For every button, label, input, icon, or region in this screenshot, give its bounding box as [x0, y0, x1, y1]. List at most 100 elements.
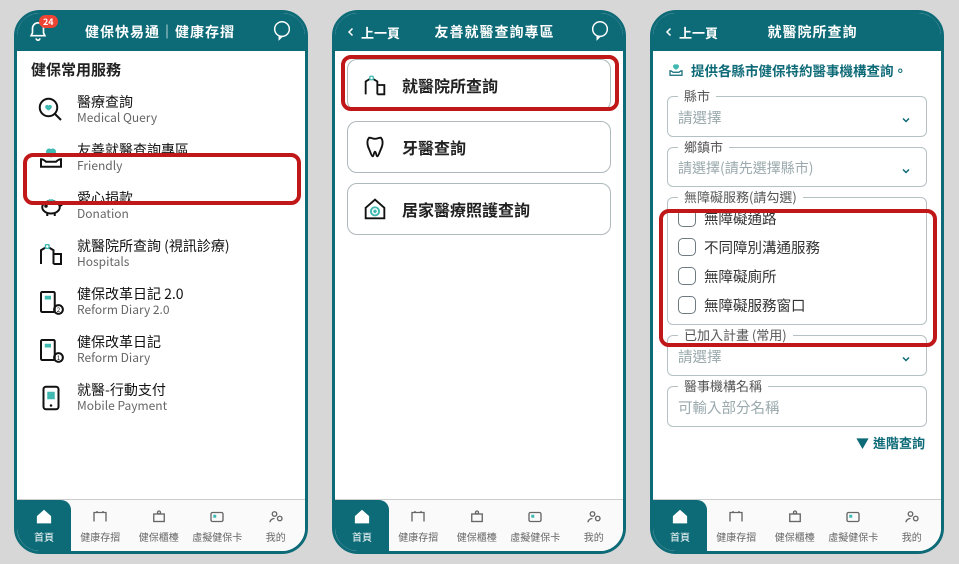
- checkbox-label: 無障礙通路: [704, 208, 777, 229]
- tab-label: 我的: [584, 529, 604, 544]
- screen-friendly: 上一頁 友善就醫查詢專區 就醫院所查詢 牙醫查詢: [332, 10, 626, 554]
- tab-passbook[interactable]: 健康存摺: [707, 500, 766, 551]
- person-gear-icon: [265, 507, 287, 527]
- tab-home[interactable]: 首頁: [17, 500, 71, 551]
- tab-label: 首頁: [34, 529, 54, 544]
- tab-label: 我的: [266, 529, 286, 544]
- book-2-icon: 2: [35, 286, 67, 318]
- tab-passbook[interactable]: 健康存摺: [389, 500, 448, 551]
- service-reform-diary-2[interactable]: 2 健保改革日記 2.0 Reform Diary 2.0: [27, 278, 295, 326]
- card-hospital-search[interactable]: 就醫院所查詢: [347, 59, 611, 111]
- tab-passbook[interactable]: 健康存摺: [71, 500, 130, 551]
- tab-label: 健康存摺: [398, 529, 438, 544]
- service-friendly[interactable]: 友善就醫查詢專區 Friendly: [27, 134, 295, 182]
- chevron-down-icon: [898, 349, 916, 363]
- tab-label: 首頁: [670, 529, 690, 544]
- field-plan[interactable]: 已加入計畫 (常用) 請選擇: [667, 335, 927, 376]
- page-title: 友善就醫查詢專區: [400, 22, 589, 42]
- tab-mine[interactable]: 我的: [883, 500, 942, 551]
- tab-vcard[interactable]: 虛擬健保卡: [506, 500, 565, 551]
- checkbox-label: 無障礙廁所: [704, 266, 777, 287]
- service-medical-query[interactable]: 醫療查詢 Medical Query: [27, 86, 295, 134]
- tab-rights[interactable]: 健保櫃檯: [448, 500, 507, 551]
- field-institution-name[interactable]: 醫事機構名稱 可輸入部分名稱: [667, 386, 927, 427]
- card-label: 牙醫查詢: [402, 135, 466, 159]
- service-hospitals[interactable]: 就醫院所查詢 (視訊診療) Hospitals: [27, 230, 295, 278]
- service-sublabel: Reform Diary: [77, 351, 161, 365]
- back-button[interactable]: 上一頁: [663, 23, 718, 42]
- service-donation[interactable]: 愛心捐款 Donation: [27, 182, 295, 230]
- tab-vcard[interactable]: 虛擬健保卡: [188, 500, 247, 551]
- tab-label: 健保櫃檯: [775, 529, 815, 544]
- person-gear-icon: [901, 507, 923, 527]
- tab-bar: 首頁 健康存摺 健保櫃檯 虛擬健保卡 我的: [17, 499, 305, 551]
- back-label: 上一頁: [679, 23, 718, 42]
- topbar-friendly: 上一頁 友善就醫查詢專區: [335, 13, 623, 51]
- checkbox-accessible-path[interactable]: 無障礙通路: [678, 208, 916, 229]
- card-homecare-search[interactable]: 居家醫療照護查詢: [347, 183, 611, 235]
- field-legend: 縣市: [678, 86, 716, 105]
- tab-label: 虛擬健保卡: [828, 529, 878, 544]
- checkbox-restroom[interactable]: 無障礙廁所: [678, 266, 916, 287]
- counter-icon: [466, 507, 488, 527]
- svg-text:2: 2: [57, 305, 61, 314]
- tab-bar: 首頁 健康存摺 健保櫃檯 虛擬健保卡 我的: [335, 499, 623, 551]
- chat-icon[interactable]: [271, 19, 293, 46]
- field-town[interactable]: 鄉鎮市 請選擇(請先選擇縣市): [667, 147, 927, 187]
- checkbox-service-window[interactable]: 無障礙服務窗口: [678, 295, 916, 316]
- service-list: 醫療查詢 Medical Query 友善就醫查詢專區 Friendly: [17, 84, 305, 424]
- service-mobile-payment[interactable]: 就醫-行動支付 Mobile Payment: [27, 374, 295, 422]
- tab-label: 虛擬健保卡: [192, 529, 242, 544]
- card-dental-search[interactable]: 牙醫查詢: [347, 121, 611, 173]
- home-icon: [33, 507, 55, 527]
- chat-icon[interactable]: [589, 19, 611, 46]
- tab-vcard[interactable]: 虛擬健保卡: [824, 500, 883, 551]
- field-legend: 醫事機構名稱: [678, 376, 768, 395]
- tooth-icon: [360, 132, 390, 162]
- chevron-down-icon: [898, 110, 916, 124]
- screen-home: 24 健保快易通｜健康存摺 健保常用服務 醫療查詢 Medical Query: [14, 10, 308, 554]
- vcard-icon: [842, 507, 864, 527]
- tab-rights[interactable]: 健保櫃檯: [766, 500, 825, 551]
- field-county[interactable]: 縣市 請選擇: [667, 96, 927, 137]
- card-label: 居家醫療照護查詢: [402, 197, 530, 221]
- tab-label: 健保櫃檯: [457, 529, 497, 544]
- section-title: 健保常用服務: [17, 51, 305, 84]
- service-sublabel: Donation: [77, 207, 133, 221]
- checkbox-box: [678, 209, 696, 227]
- back-button[interactable]: 上一頁: [345, 23, 400, 42]
- topbar-home: 24 健保快易通｜健康存摺: [17, 13, 305, 51]
- passbook-icon: [407, 507, 429, 527]
- screen-search-form: 上一頁 就醫院所查詢 提供各縣市健保特約醫事機構查詢。 縣市 請選擇 鄉鎮市 請…: [650, 10, 944, 554]
- page-title: 健保快易通｜健康存摺: [49, 22, 271, 42]
- field-legend: 已加入計畫 (常用): [678, 325, 793, 344]
- hands-heart-icon: [35, 142, 67, 174]
- service-sublabel: Friendly: [77, 159, 189, 173]
- notification-badge: 24: [39, 15, 58, 28]
- tab-label: 健保櫃檯: [139, 529, 179, 544]
- magnifier-heart-icon: [35, 94, 67, 126]
- bell-icon[interactable]: 24: [27, 21, 49, 43]
- tab-home[interactable]: 首頁: [335, 500, 389, 551]
- passbook-icon: [89, 507, 111, 527]
- field-placeholder: 請選擇: [678, 107, 722, 128]
- book-1-icon: 1: [35, 334, 67, 366]
- topbar-form: 上一頁 就醫院所查詢: [653, 13, 941, 51]
- piggy-heart-icon: [35, 190, 67, 222]
- checkbox-box: [678, 296, 696, 314]
- field-accessibility: 無障礙服務(請勾選) 無障礙通路 不同障別溝通服務 無障礙廁所 無障礙服務窗口: [667, 197, 927, 325]
- mobile-pay-icon: [35, 382, 67, 414]
- hospital-icon: [35, 238, 67, 270]
- service-reform-diary[interactable]: 1 健保改革日記 Reform Diary: [27, 326, 295, 374]
- counter-icon: [148, 507, 170, 527]
- advanced-search-link[interactable]: ▼進階查詢: [653, 427, 941, 452]
- tab-rights[interactable]: 健保櫃檯: [130, 500, 189, 551]
- tab-mine[interactable]: 我的: [565, 500, 624, 551]
- home-icon: [351, 507, 373, 527]
- tab-home[interactable]: 首頁: [653, 500, 707, 551]
- tab-mine[interactable]: 我的: [247, 500, 306, 551]
- checkbox-communication[interactable]: 不同障別溝通服務: [678, 237, 916, 258]
- back-label: 上一頁: [361, 23, 400, 42]
- checkbox-box: [678, 238, 696, 256]
- intro-text: 提供各縣市健保特約醫事機構查詢。: [691, 61, 907, 80]
